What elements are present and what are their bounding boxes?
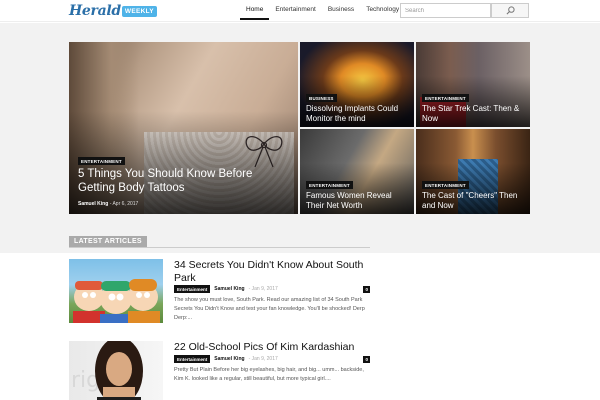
logo-badge: WEEKLY bbox=[121, 5, 157, 17]
tile-title[interactable]: The Star Trek Cast: Then & Now bbox=[422, 104, 526, 123]
tile-title[interactable]: The Cast of "Cheers" Then and Now bbox=[422, 191, 526, 210]
logo-wordmark: Herald bbox=[69, 3, 121, 19]
category-badge[interactable]: ENTERTAINMENT bbox=[422, 94, 469, 102]
article-title[interactable]: 22 Old-School Pics Of Kim Kardashian bbox=[174, 341, 370, 354]
south-park-image bbox=[73, 279, 160, 323]
category-badge[interactable]: Entertainment bbox=[174, 355, 211, 363]
site-header: Herald WEEKLY Home Entertainment Busines… bbox=[0, 0, 600, 22]
category-badge[interactable]: ENTERTAINMENT bbox=[78, 157, 125, 165]
post-date: - Apr 6, 2017 bbox=[109, 201, 139, 207]
featured-tile-star-trek[interactable]: ENTERTAINMENT The Star Trek Cast: Then &… bbox=[416, 42, 530, 127]
featured-main-title[interactable]: 5 Things You Should Know Before Getting … bbox=[78, 168, 278, 196]
section-title: LATEST ARTICLES bbox=[69, 236, 147, 247]
article-excerpt: Pretty But Plain Before her big eyelashe… bbox=[174, 367, 364, 382]
latest-articles-header: LATEST ARTICLES bbox=[69, 236, 370, 248]
article-thumbnail[interactable]: rig bbox=[69, 341, 163, 400]
search-icon bbox=[506, 6, 515, 15]
featured-main-meta: Samuel King - Apr 6, 2017 bbox=[78, 201, 138, 207]
nav-entertainment[interactable]: Entertainment bbox=[269, 0, 321, 20]
comment-count[interactable]: 0 bbox=[363, 355, 370, 363]
tile-title[interactable]: Famous Women Reveal Their Net Worth bbox=[306, 191, 410, 210]
search-input[interactable] bbox=[400, 3, 491, 18]
nav-technology[interactable]: Technology bbox=[360, 0, 405, 20]
nav-business[interactable]: Business bbox=[322, 0, 360, 20]
article-meta: Entertainment Samuel King - Jan 9, 2017 … bbox=[174, 355, 370, 363]
category-badge[interactable]: Entertainment bbox=[174, 285, 211, 293]
featured-tile-implants[interactable]: BUSINESS Dissolving Implants Could Monit… bbox=[300, 42, 414, 127]
category-badge[interactable]: ENTERTAINMENT bbox=[422, 181, 469, 189]
featured-tile-cheers[interactable]: ENTERTAINMENT The Cast of "Cheers" Then … bbox=[416, 129, 530, 214]
search-button[interactable] bbox=[491, 3, 529, 18]
nav-home[interactable]: Home bbox=[240, 0, 270, 20]
article-excerpt: The show you must love, South Park. Read… bbox=[174, 297, 365, 321]
post-date: - Jan 9, 2017 bbox=[248, 286, 278, 292]
comment-count[interactable]: 0 bbox=[363, 285, 370, 293]
author-name[interactable]: Samuel King bbox=[214, 286, 244, 292]
category-badge[interactable]: ENTERTAINMENT bbox=[306, 181, 353, 189]
article-thumbnail[interactable] bbox=[69, 259, 163, 323]
post-date: - Jan 9, 2017 bbox=[248, 356, 278, 362]
site-logo[interactable]: Herald WEEKLY bbox=[69, 3, 157, 19]
main-nav: Home Entertainment Business Technology bbox=[240, 0, 405, 22]
featured-tile-net-worth[interactable]: ENTERTAINMENT Famous Women Reveal Their … bbox=[300, 129, 414, 214]
article-meta: Entertainment Samuel King - Jan 9, 2017 … bbox=[174, 285, 370, 293]
tile-title[interactable]: Dissolving Implants Could Monitor the mi… bbox=[306, 104, 410, 123]
category-badge[interactable]: BUSINESS bbox=[306, 94, 337, 102]
author-name[interactable]: Samuel King bbox=[214, 356, 244, 362]
kim-photo-image: rig bbox=[71, 341, 143, 400]
featured-main[interactable]: ENTERTAINMENT 5 Things You Should Know B… bbox=[69, 42, 298, 214]
article-title[interactable]: 34 Secrets You Didn't Know About South P… bbox=[174, 259, 370, 285]
author-name[interactable]: Samuel King bbox=[78, 201, 108, 207]
